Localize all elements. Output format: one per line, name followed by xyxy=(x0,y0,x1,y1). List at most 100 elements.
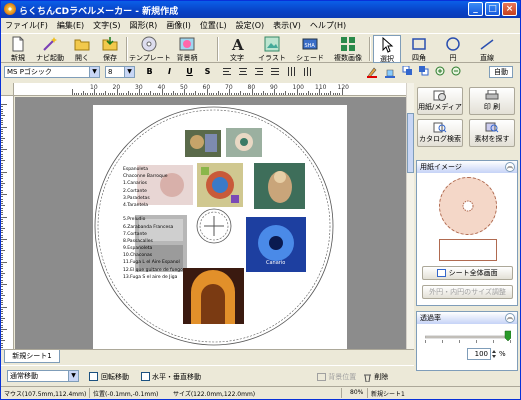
track-item: 4.Tarantela xyxy=(123,202,149,208)
transparency-header[interactable]: 透過率 ︽ xyxy=(417,312,517,324)
illust-button[interactable]: イラスト xyxy=(255,35,289,63)
menu-shape[interactable]: 図形(R) xyxy=(129,20,157,31)
ruler-tick xyxy=(1,302,3,303)
italic-button[interactable]: I xyxy=(163,66,176,78)
shade-button[interactable]: SHA シェード xyxy=(293,35,327,63)
print-button[interactable]: 印 刷 xyxy=(469,87,515,115)
menu-edit[interactable]: 編集(E) xyxy=(57,20,84,31)
background-button[interactable]: 背景柄 xyxy=(171,35,203,63)
new-button[interactable]: 新規 xyxy=(5,35,31,63)
circle-size-adjust-button[interactable]: 外円・内円のサイズ調整 xyxy=(422,285,513,299)
menu-image[interactable]: 画像(I) xyxy=(166,20,191,31)
navi-button[interactable]: ナビ起動 xyxy=(33,35,67,63)
template-button[interactable]: テンプレート xyxy=(129,35,171,63)
ruler-tick xyxy=(202,93,203,95)
strikethrough-button[interactable]: S xyxy=(201,66,214,78)
transparency-slider[interactable] xyxy=(425,330,511,344)
paper-media-label: 用紙/メディア xyxy=(418,103,462,111)
underline-button[interactable]: U xyxy=(183,66,196,78)
transparency-spinner[interactable] xyxy=(491,348,497,360)
ruler-label: 100 xyxy=(292,84,304,91)
save-button[interactable]: 保存 xyxy=(97,35,123,63)
vertical-scrollbar[interactable] xyxy=(406,83,414,349)
cd-app-icon xyxy=(4,3,16,15)
ruler-tick xyxy=(1,115,5,117)
photo-arch-orange[interactable] xyxy=(183,268,244,324)
close-button[interactable]: × xyxy=(502,2,517,16)
bring-front-icon xyxy=(402,66,412,75)
photo-top-right[interactable] xyxy=(226,128,262,157)
select-tool-button[interactable]: 選択 xyxy=(373,35,401,63)
menu-position[interactable]: 位置(L) xyxy=(200,20,227,31)
ruler-tick xyxy=(1,207,3,209)
text-button[interactable]: A 文字 xyxy=(223,35,251,63)
title-bar[interactable]: らくちんCDラベルメーカー - 新規作成 _ □ × xyxy=(1,1,520,18)
paper-image-header[interactable]: 用紙イメージ ︽ xyxy=(417,161,517,173)
ruler-tick xyxy=(1,167,3,168)
ruler-tick xyxy=(1,297,3,299)
ruler-tick xyxy=(1,218,3,220)
find-material-button[interactable]: 素材を探す xyxy=(469,119,515,147)
ruler-tick xyxy=(1,180,3,182)
bold-button[interactable]: B xyxy=(143,66,156,78)
design-canvas[interactable]: Canario Espanoleta Chaconne Barroque 1.C… xyxy=(15,97,406,349)
move-mode-select[interactable]: 通常移動 ▼ xyxy=(7,370,79,382)
delete-button[interactable]: 削除 xyxy=(363,372,388,382)
menu-file[interactable]: ファイル(F) xyxy=(5,20,48,31)
bg-position-button[interactable]: 背景位置 xyxy=(317,372,356,382)
ruler-tick xyxy=(1,117,3,119)
photo-blue-guitar[interactable]: Canario xyxy=(246,217,306,272)
ruler-tick xyxy=(1,124,3,126)
ruler-tick xyxy=(195,91,197,95)
menu-settings[interactable]: 設定(O) xyxy=(236,20,265,31)
ruler-tick xyxy=(1,245,3,247)
zoom-level: 80% xyxy=(350,389,364,396)
multi-image-button[interactable]: 複数画像 xyxy=(329,35,367,63)
label-paper[interactable]: Canario Espanoleta Chaconne Barroque 1.C… xyxy=(93,105,347,349)
transparency-input[interactable]: 100 xyxy=(467,348,491,360)
photo-saint[interactable] xyxy=(254,163,305,209)
find-material-label: 素材を探す xyxy=(474,135,510,143)
full-sheet-view-button[interactable]: シート全体画面 xyxy=(422,266,513,280)
track-list[interactable]: Espanoleta Chaconne Barroque 1.Canarios … xyxy=(123,166,183,281)
menu-view[interactable]: 表示(V) xyxy=(273,20,301,31)
ruler-tick xyxy=(271,93,273,95)
rect-tool-button[interactable]: 四角 xyxy=(405,35,433,63)
ruler-tick xyxy=(301,93,302,95)
circle-tool-button[interactable]: 円 xyxy=(439,35,467,63)
ruler-tick xyxy=(283,93,284,95)
text-a-icon: A xyxy=(231,36,244,52)
open-button[interactable]: 開く xyxy=(69,35,95,63)
collapse-icon[interactable]: ︽ xyxy=(505,313,515,323)
paper-media-button[interactable]: 用紙/メディア xyxy=(417,87,463,115)
maximize-button[interactable]: □ xyxy=(485,2,500,16)
photo-top-left[interactable] xyxy=(185,130,221,157)
ruler-tick xyxy=(1,272,5,274)
scrollbar-thumb[interactable] xyxy=(407,113,414,173)
rotate-move-checkbox[interactable] xyxy=(89,372,98,381)
ruler-tick xyxy=(150,91,152,95)
object-tools[interactable] xyxy=(367,66,487,78)
collapse-icon[interactable]: ︽ xyxy=(505,162,515,172)
menu-help[interactable]: ヘルプ(H) xyxy=(310,20,346,31)
open-folder-icon xyxy=(74,39,90,51)
catalog-search-button[interactable]: カタログ検索 xyxy=(417,119,463,147)
sheet-tab[interactable]: 新規シート1 xyxy=(4,350,60,363)
toolbar-separator xyxy=(369,37,371,61)
photo-mosaic[interactable] xyxy=(197,163,243,207)
font-family-select[interactable]: MS Pゴシック ▼ xyxy=(4,66,100,78)
hv-move-checkbox[interactable] xyxy=(141,372,150,381)
ruler-tick xyxy=(242,93,244,95)
line-tool-button[interactable]: 直線 xyxy=(473,35,501,63)
ruler-tick xyxy=(1,313,3,315)
font-size-select[interactable]: 8 ▼ xyxy=(105,66,135,78)
ruler-tick xyxy=(238,93,239,95)
ruler-tick xyxy=(1,185,3,186)
zoom-in-icon xyxy=(435,66,445,76)
auto-zoom-button[interactable]: 自動 xyxy=(489,66,513,78)
align-buttons[interactable] xyxy=(223,67,333,77)
slider-thumb[interactable] xyxy=(504,330,511,342)
menu-text[interactable]: 文字(S) xyxy=(93,20,120,31)
ruler-tick xyxy=(280,93,282,95)
minimize-button[interactable]: _ xyxy=(468,2,483,16)
